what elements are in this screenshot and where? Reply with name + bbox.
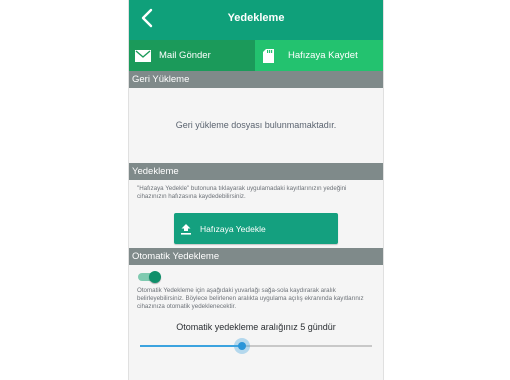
auto-backup-section-header: Otomatik Yedekleme	[129, 248, 383, 265]
backup-button-label: Hafızaya Yedekle	[200, 223, 266, 234]
app-bar: Yedekleme	[129, 0, 383, 40]
backup-description: "Hafızaya Yedekle" butonuna tıklayarak u…	[137, 185, 347, 200]
save-to-memory-tab[interactable]: Hafızaya Kaydet	[255, 40, 383, 71]
restore-empty-message: Geri yükleme dosyası bulunmamaktadır.	[175, 120, 337, 130]
backup-to-memory-button[interactable]: Hafızaya Yedekle	[174, 213, 338, 244]
page-title: Yedekleme	[227, 12, 285, 24]
mail-icon	[135, 49, 151, 62]
auto-backup-description: Otomatik Yedekleme için aşağıdaki yuvarl…	[137, 287, 364, 310]
chevron-left-icon	[141, 8, 153, 28]
action-tabs: Mail Gönder Hafızaya Kaydet	[129, 40, 383, 71]
backup-section-header: Yedekleme	[129, 163, 383, 180]
sd-card-icon	[263, 48, 274, 63]
toggle-thumb	[149, 271, 161, 283]
slider-knob[interactable]	[234, 338, 250, 354]
save-to-memory-label: Hafızaya Kaydet	[288, 50, 358, 61]
auto-backup-toggle[interactable]	[138, 271, 162, 283]
back-button[interactable]	[135, 8, 159, 32]
mail-send-tab[interactable]: Mail Gönder	[129, 40, 255, 71]
backup-interval-slider[interactable]	[140, 338, 372, 354]
phone-screen: Yedekleme Mail Gönder Hafızaya Kaydet Ge…	[128, 0, 384, 380]
backup-interval-label: Otomatik yedekleme aralığınız 5 gündür	[176, 322, 336, 332]
mail-send-label: Mail Gönder	[159, 50, 211, 61]
upload-icon	[180, 223, 192, 235]
slider-fill	[140, 345, 242, 347]
restore-section-header: Geri Yükleme	[129, 71, 383, 88]
screen-background: Yedekleme Mail Gönder Hafızaya Kaydet Ge…	[0, 0, 510, 380]
